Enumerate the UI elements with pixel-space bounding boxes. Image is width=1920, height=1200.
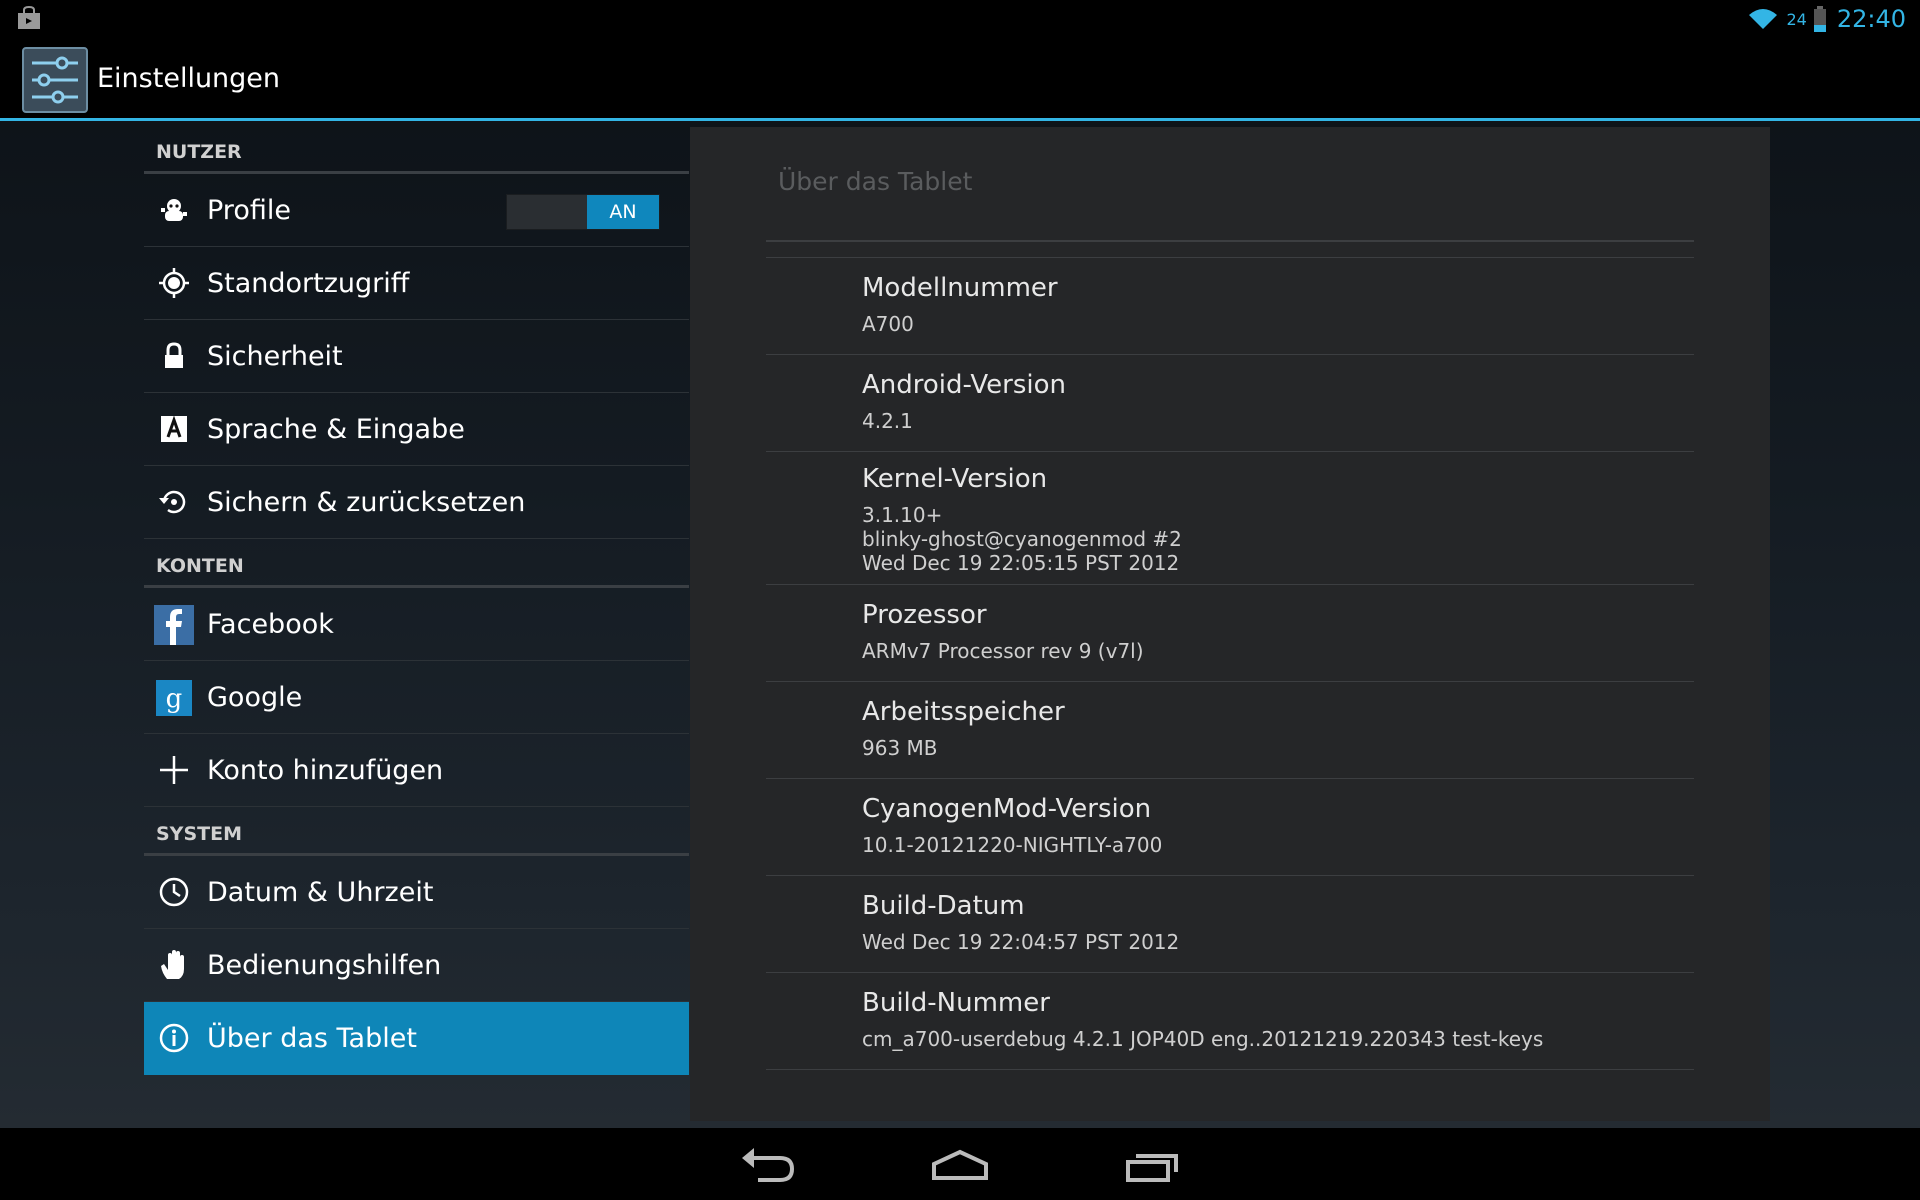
sidebar-item-date-time[interactable]: Datum & Uhrzeit xyxy=(144,856,689,929)
sidebar-item-facebook[interactable]: Facebook xyxy=(144,588,689,661)
info-row-value: 3.1.10+ xyxy=(862,503,943,527)
sidebar-item-location[interactable]: Standortzugriff xyxy=(144,247,689,320)
svg-text:g: g xyxy=(166,684,183,714)
sidebar-item-language[interactable]: Sprache & Eingabe xyxy=(144,393,689,466)
backup-restore-icon xyxy=(159,490,186,514)
info-icon xyxy=(159,1023,189,1053)
profile-toggle[interactable]: AN xyxy=(506,194,660,230)
info-row-value: Wed Dec 19 22:04:57 PST 2012 xyxy=(862,930,1180,954)
sidebar-item-label: Facebook xyxy=(207,609,334,640)
sidebar-item-add-account[interactable]: Konto hinzufügen xyxy=(144,734,689,807)
sidebar-item-label: Über das Tablet xyxy=(207,1023,417,1054)
battery-icon xyxy=(1813,6,1826,32)
sidebar-item-google[interactable]: g Google xyxy=(144,661,689,734)
detail-pane: Über das Tablet Modellnummer A700 Androi… xyxy=(690,127,1770,1121)
sidebar-item-profile[interactable]: Profile AN xyxy=(144,174,689,247)
info-row-title: Kernel-Version xyxy=(862,464,1048,494)
sidebar-item-accessibility[interactable]: Bedienungshilfen xyxy=(144,929,689,1002)
sidebar-item-label: Google xyxy=(207,682,303,713)
info-row-title: Modellnummer xyxy=(862,273,1058,303)
info-row-title: Prozessor xyxy=(862,600,987,630)
facebook-icon xyxy=(154,605,194,645)
app-title: Einstellungen xyxy=(97,63,281,94)
info-row-value: 10.1-20121220-NIGHTLY-a700 xyxy=(862,833,1163,857)
info-row-title: Build-Datum xyxy=(862,891,1025,921)
info-row-cyanogenmod-version[interactable]: CyanogenMod-Version 10.1-20121220-NIGHTL… xyxy=(766,779,1694,876)
clock-icon xyxy=(159,877,189,907)
info-row-build-date[interactable]: Build-Datum Wed Dec 19 22:04:57 PST 2012 xyxy=(766,876,1694,973)
info-row-value: ARMv7 Processor rev 9 (v7l) xyxy=(862,639,1144,663)
info-row-title: Build-Nummer xyxy=(862,988,1050,1018)
info-row-title: Android-Version xyxy=(862,370,1066,400)
sidebar-item-backup-reset[interactable]: Sichern & zurücksetzen xyxy=(144,466,689,539)
sidebar-item-label: Sichern & zurücksetzen xyxy=(207,487,526,518)
home-icon[interactable] xyxy=(928,1140,992,1188)
info-row-memory[interactable]: Arbeitsspeicher 963 MB xyxy=(766,682,1694,779)
info-row-processor[interactable]: Prozessor ARMv7 Processor rev 9 (v7l) xyxy=(766,585,1694,682)
info-row-value: 963 MB xyxy=(862,736,938,760)
wifi-icon xyxy=(1749,9,1778,29)
location-icon xyxy=(159,268,189,298)
sidebar-item-label: Standortzugriff xyxy=(207,268,410,299)
info-row-value: cm_a700-userdebug 4.2.1 JOP40D eng..2012… xyxy=(862,1027,1544,1051)
sidebar-item-label: Konto hinzufügen xyxy=(207,755,444,786)
info-row-title: CyanogenMod-Version xyxy=(862,794,1152,824)
recent-apps-icon[interactable] xyxy=(1120,1140,1184,1188)
info-row-value: blinky-ghost@cyanogenmod #2 xyxy=(862,527,1182,551)
profile-icon xyxy=(161,199,187,221)
hand-icon xyxy=(161,950,184,979)
battery-percent: 24 xyxy=(1786,9,1807,29)
info-row-value: Wed Dec 19 22:05:15 PST 2012 xyxy=(862,551,1180,575)
clock-time: 22:40 xyxy=(1836,5,1906,33)
info-row-model[interactable]: Modellnummer A700 xyxy=(766,258,1694,355)
info-row-build-number[interactable]: Build-Nummer cm_a700-userdebug 4.2.1 JOP… xyxy=(766,973,1694,1070)
info-row-android-version[interactable]: Android-Version 4.2.1 xyxy=(766,355,1694,452)
shopping-bag-icon[interactable] xyxy=(16,6,42,30)
section-header-konten: KONTEN xyxy=(144,535,689,588)
title-divider xyxy=(766,240,1694,242)
sidebar-item-label: Bedienungshilfen xyxy=(207,950,442,981)
language-icon xyxy=(161,415,187,442)
sidebar-item-label: Sprache & Eingabe xyxy=(207,414,465,445)
toggle-state: AN xyxy=(587,195,659,229)
lock-icon xyxy=(165,342,183,368)
google-icon: g xyxy=(156,680,192,716)
sidebar-item-security[interactable]: Sicherheit xyxy=(144,320,689,393)
section-header-system: SYSTEM xyxy=(144,803,689,856)
page-title: Über das Tablet xyxy=(778,167,973,196)
info-row-kernel-version[interactable]: Kernel-Version 3.1.10+ blinky-ghost@cyan… xyxy=(766,452,1694,585)
sidebar-item-label: Sicherheit xyxy=(207,341,343,372)
plus-icon xyxy=(160,756,188,784)
sidebar-item-about-tablet[interactable]: Über das Tablet xyxy=(144,1002,689,1075)
action-bar: Einstellungen xyxy=(0,38,1920,121)
status-bar: 24 22:40 xyxy=(0,0,1920,38)
sidebar-item-label: Profile xyxy=(207,195,291,226)
info-row-title: Arbeitsspeicher xyxy=(862,697,1065,727)
info-row-value: A700 xyxy=(862,312,914,336)
back-icon[interactable] xyxy=(736,1140,800,1188)
navigation-bar xyxy=(0,1128,1920,1200)
settings-list: NUTZER Profile AN Standortzugriff Sicher… xyxy=(144,121,689,1081)
settings-sliders-icon[interactable] xyxy=(22,47,88,113)
sidebar-item-label: Datum & Uhrzeit xyxy=(207,877,434,908)
info-row-value: 4.2.1 xyxy=(862,409,913,433)
section-header-nutzer: NUTZER xyxy=(144,121,689,174)
